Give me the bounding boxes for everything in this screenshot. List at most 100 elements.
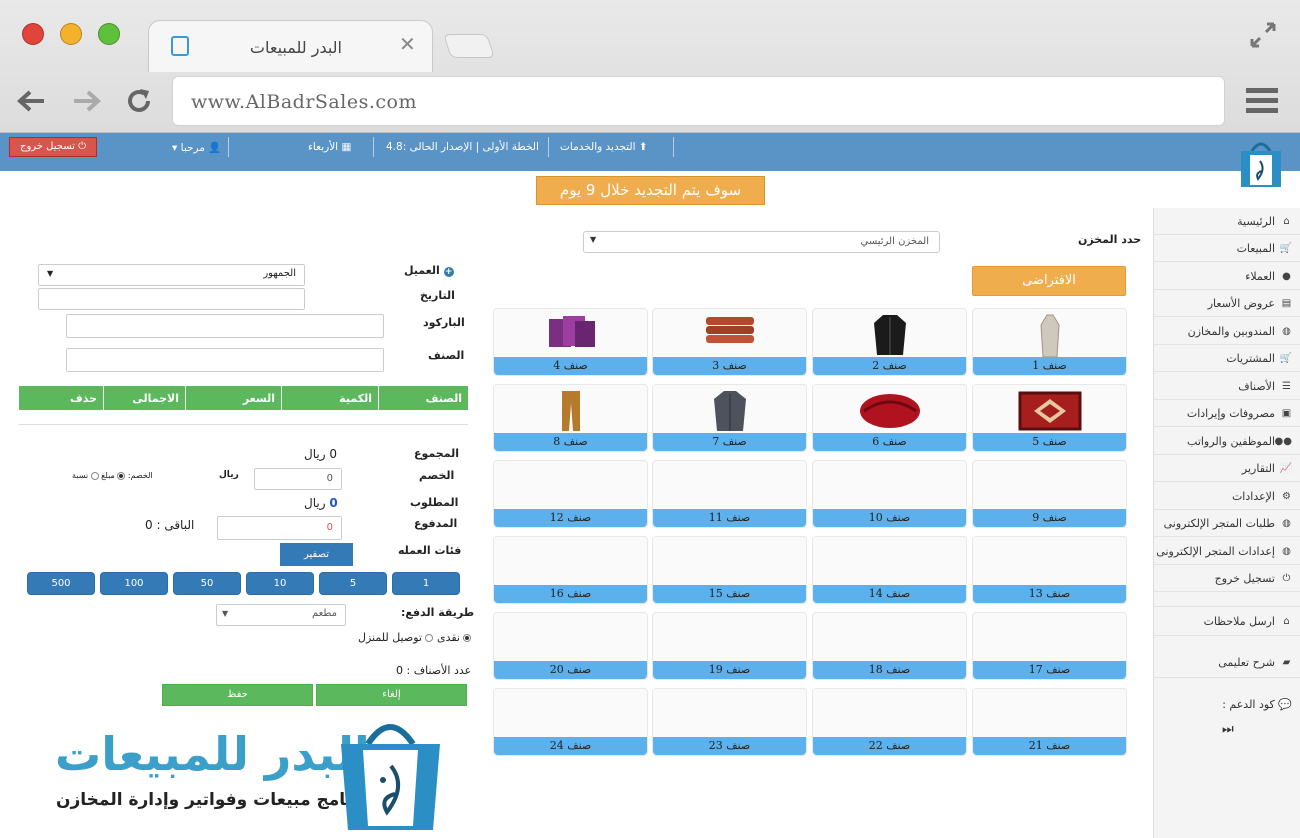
product-tile[interactable]: صنف 7: [652, 384, 807, 452]
coin-50-button[interactable]: 50: [173, 572, 241, 595]
product-tile[interactable]: صنف 10: [812, 460, 967, 528]
product-tile[interactable]: صنف 19: [652, 612, 807, 680]
media-next-icon[interactable]: ⏭: [1222, 722, 1234, 737]
logout-button[interactable]: ⏻ تسجيل خروج: [9, 137, 97, 157]
default-category-button[interactable]: الافتراضى: [972, 266, 1126, 296]
sidebar-item-label: الرئيسية: [1237, 214, 1275, 228]
sidebar-item-expenses[interactable]: ▣ مصروفات وإيرادات: [1153, 400, 1300, 427]
discount-percent-radio[interactable]: [90, 471, 99, 480]
reload-icon[interactable]: [124, 86, 154, 116]
delivery-radio[interactable]: [425, 634, 434, 642]
discount-fixed-radio[interactable]: [117, 471, 126, 480]
product-tile[interactable]: صنف 11: [652, 460, 807, 528]
sidebar-item-reps-warehouses[interactable]: ◍ المندوبين والمخازن: [1153, 318, 1300, 345]
cart-icon: 🛒: [1279, 242, 1292, 254]
menu-icon[interactable]: [1246, 86, 1278, 114]
customer-select[interactable]: الجمهور ▼: [38, 264, 305, 286]
product-tile[interactable]: صنف 12: [493, 460, 648, 528]
item-input[interactable]: [66, 348, 384, 372]
minimize-window-icon[interactable]: [60, 23, 82, 45]
sidebar-item-logout[interactable]: ⏻ تسجيل خروج: [1153, 565, 1300, 592]
product-tile[interactable]: صنف 4: [493, 308, 648, 376]
product-tile[interactable]: صنف 14: [812, 536, 967, 604]
product-tile[interactable]: صنف 21: [972, 688, 1127, 756]
cash-radio[interactable]: [463, 634, 472, 642]
product-tile[interactable]: صنف 3: [652, 308, 807, 376]
product-label: صنف 3: [653, 357, 806, 375]
towels-image: [705, 317, 754, 343]
product-tile[interactable]: صنف 5: [972, 384, 1127, 452]
paid-input[interactable]: 0: [217, 516, 342, 540]
sidebar-item-label: الأصناف: [1238, 379, 1275, 393]
coin-500-button[interactable]: 500: [27, 572, 95, 595]
product-tile[interactable]: صنف 24: [493, 688, 648, 756]
user-menu[interactable]: 👤 مرحبا ▾: [172, 141, 221, 154]
product-tile[interactable]: صنف 6: [812, 384, 967, 452]
payment-method-select[interactable]: مطعم ▼: [216, 604, 346, 626]
product-label: صنف 23: [653, 737, 806, 755]
coin-100-button[interactable]: 100: [100, 572, 168, 595]
barcode-input[interactable]: [66, 314, 384, 338]
col-qty: الكمية: [281, 386, 378, 410]
arrow-up-icon: ⬆: [638, 141, 648, 153]
tab-title: البدر للمبيعات: [249, 38, 342, 57]
sidebar-item-tutorial[interactable]: ▰ شرح تعليمى: [1153, 648, 1300, 678]
sidebar-item-employees[interactable]: ●● الموظفين والرواتب: [1153, 428, 1300, 455]
blanket-image: [859, 394, 920, 428]
coin-10-button[interactable]: 10: [246, 572, 314, 595]
date-input[interactable]: [38, 288, 305, 310]
product-tile[interactable]: صنف 17: [972, 612, 1127, 680]
product-tile[interactable]: صنف 2: [812, 308, 967, 376]
sidebar-item-reports[interactable]: 📈 التقارير: [1153, 455, 1300, 482]
product-image: [560, 389, 582, 436]
product-label: صنف 21: [973, 737, 1126, 755]
warehouse-select[interactable]: المخزن الرئيسي ▼: [583, 231, 940, 253]
product-tile[interactable]: صنف 8: [493, 384, 648, 452]
reset-button[interactable]: تصفير: [280, 543, 353, 566]
sidebar-item-purchases[interactable]: 🛒 المشتريات: [1153, 345, 1300, 372]
sidebar-item-sales[interactable]: 🛒 المبيعات: [1153, 235, 1300, 262]
maximize-window-icon[interactable]: [98, 23, 120, 45]
fullscreen-icon[interactable]: [1248, 20, 1278, 50]
globe-icon: ◍: [1282, 517, 1291, 529]
sidebar-item-store-orders[interactable]: ◍ طلبات المتجر الإلكترونى: [1153, 510, 1300, 537]
cancel-button[interactable]: إلغاء: [316, 684, 467, 706]
sidebar-item-quotes[interactable]: ▤ عروض الأسعار: [1153, 290, 1300, 317]
app-logo[interactable]: [1238, 139, 1284, 189]
product-tile[interactable]: صنف 13: [972, 536, 1127, 604]
product-tile[interactable]: صنف 9: [972, 460, 1127, 528]
sidebar-item-home[interactable]: ⌂ الرئيسية: [1153, 208, 1300, 235]
product-tile[interactable]: صنف 18: [812, 612, 967, 680]
back-arrow-icon[interactable]: [16, 88, 48, 114]
product-tile[interactable]: صنف 16: [493, 536, 648, 604]
discount-input[interactable]: 0: [254, 468, 342, 490]
product-label: صنف 4: [494, 357, 647, 375]
users-icon: ●●: [1274, 435, 1292, 447]
forward-arrow-icon[interactable]: [70, 88, 102, 114]
close-window-icon[interactable]: [22, 23, 44, 45]
sidebar-item-store-settings[interactable]: ◍ إعدادات المتجر الإلكترونى: [1153, 538, 1300, 565]
sidebar-item-feedback[interactable]: ⌂ ارسل ملاحظات: [1153, 606, 1300, 636]
new-tab-button[interactable]: [443, 34, 495, 58]
sidebar-item-items[interactable]: ☰ الأصناف: [1153, 373, 1300, 400]
product-tile[interactable]: صنف 15: [652, 536, 807, 604]
product-label: صنف 22: [813, 737, 966, 755]
save-button[interactable]: حفظ: [162, 684, 313, 706]
product-tile[interactable]: صنف 1: [972, 308, 1127, 376]
browser-tab[interactable]: البدر للمبيعات ✕: [148, 20, 433, 72]
coin-1-button[interactable]: 1: [392, 572, 460, 595]
renewal-link[interactable]: ⬆ التجديد والخدمات: [560, 141, 648, 153]
close-tab-icon[interactable]: ✕: [399, 32, 416, 56]
globe-icon: ◍: [1282, 545, 1291, 557]
address-bar[interactable]: www.AlBadrSales.com: [172, 76, 1225, 126]
product-tile[interactable]: صنف 22: [812, 688, 967, 756]
coin-5-button[interactable]: 5: [319, 572, 387, 595]
sidebar-item-customers[interactable]: ● العملاء: [1153, 263, 1300, 290]
add-customer-icon[interactable]: +: [443, 267, 454, 277]
day-label: الأربعاء: [308, 141, 339, 153]
product-tile[interactable]: صنف 20: [493, 612, 648, 680]
product-tile[interactable]: صنف 23: [652, 688, 807, 756]
renewal-label: التجديد والخدمات: [560, 141, 636, 153]
sidebar-item-settings[interactable]: ⚙ الإعدادات: [1153, 483, 1300, 510]
product-label: صنف 19: [653, 661, 806, 679]
